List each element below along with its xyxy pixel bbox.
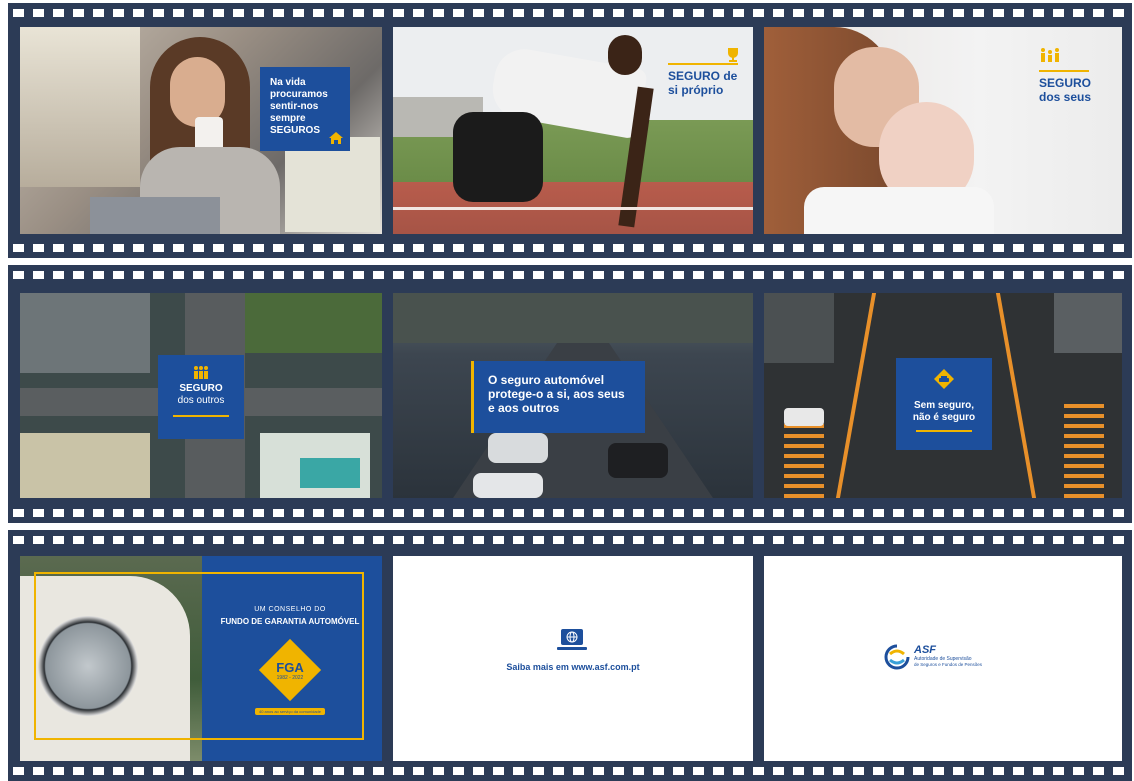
caption: SEGURO dos seus xyxy=(1039,47,1119,104)
frame-crosswalk: Sem seguro, não é seguro xyxy=(764,293,1122,498)
caption-line1: Sem seguro, xyxy=(913,400,975,411)
photo-athlete-head xyxy=(608,35,642,75)
photo-track-lines xyxy=(393,207,753,210)
fga-badge-years: 1982 - 2022 xyxy=(276,675,304,681)
frame-aerial-city: SEGURO dos outros xyxy=(20,293,382,498)
caption-box: Na vida procuramos sentir-nos sempre SEG… xyxy=(260,67,350,151)
photo-trees-top xyxy=(245,293,382,353)
frame-woman-coffee: Na vida procuramos sentir-nos sempre SEG… xyxy=(20,27,382,234)
photo-athlete-legs xyxy=(453,112,543,202)
caption-line1: O seguro automóvel xyxy=(488,373,605,387)
caption-box: SEGURO dos outros xyxy=(158,355,244,439)
caption-line1: SEGURO de xyxy=(668,69,738,83)
sprocket-holes-bottom xyxy=(8,503,1132,523)
caption-line1: SEGURO xyxy=(179,383,223,394)
frame-highway: O seguro automóvel protege-o a si, aos s… xyxy=(393,293,753,498)
caption: SEGURO de si próprio xyxy=(668,47,748,97)
photo-blanket xyxy=(804,187,994,234)
fga-small-text: UM CONSELHO DO xyxy=(254,606,326,613)
fga-title: FUNDO DE GARANTIA AUTOMÓVEL xyxy=(220,617,360,626)
photo-crosswalk-stripes-right xyxy=(1064,403,1104,498)
film-strip-2: SEGURO dos outros O seguro automóvel pro… xyxy=(8,265,1132,523)
caption-box: Sem seguro, não é seguro xyxy=(896,358,992,450)
photo-car xyxy=(784,408,824,426)
caption-line2: dos seus xyxy=(1039,90,1092,104)
fga-ribbon: 40 anos ao serviço da comunidade xyxy=(254,708,326,715)
asf-text-block: ASF Autoridade de Supervisão de Seguros … xyxy=(914,644,982,667)
fga-panel: UM CONSELHO DO FUNDO DE GARANTIA AUTOMÓV… xyxy=(210,606,370,718)
laptop-globe-icon xyxy=(557,629,587,650)
photo-pool xyxy=(300,458,360,488)
fga-badge-text: FGA xyxy=(276,660,304,675)
caption-underline xyxy=(916,430,972,432)
frame-sprinter: SEGURO de si próprio xyxy=(393,27,753,234)
photo-orange-line-1 xyxy=(835,293,877,498)
caption-underline xyxy=(668,63,738,65)
caption-underline xyxy=(1039,70,1089,72)
caption-text: Na vida procuramos sentir-nos sempre SEG… xyxy=(270,77,328,136)
car-warning-icon xyxy=(934,369,954,389)
photo-crosswalk-stripes xyxy=(784,423,824,498)
film-strip-1: Na vida procuramos sentir-nos sempre SEG… xyxy=(8,3,1132,258)
photo-mug xyxy=(195,117,223,151)
caption-underline xyxy=(173,415,229,417)
photo-trees-top xyxy=(393,293,753,343)
photo-pillow xyxy=(285,137,380,232)
photo-car-1 xyxy=(488,433,548,463)
sprocket-holes-bottom xyxy=(8,761,1132,781)
photo-orange-line-2 xyxy=(995,293,1037,498)
caption-line2: não é seguro xyxy=(912,412,976,423)
frame-asf: ASF Autoridade de Supervisão de Seguros … xyxy=(764,556,1122,761)
saiba-text: Saiba mais em www.asf.com.pt xyxy=(506,662,640,672)
asf-brand: ASF xyxy=(914,644,936,656)
photo-window-light xyxy=(20,27,140,187)
photo-building-left xyxy=(20,293,150,373)
caption-box: O seguro automóvel protege-o a si, aos s… xyxy=(471,361,645,433)
sprocket-holes-top xyxy=(8,265,1132,285)
sprocket-holes-bottom xyxy=(8,238,1132,258)
house-icon xyxy=(329,132,343,144)
caption-line1: SEGURO xyxy=(1039,76,1092,90)
asf-line2: de Seguros e Fundos de Pensões xyxy=(914,662,983,667)
sprocket-holes-top xyxy=(8,3,1132,23)
asf-logo-icon xyxy=(884,644,910,670)
caption-line2: dos outros xyxy=(177,395,225,406)
frame-saiba-mais: Saiba mais em www.asf.com.pt xyxy=(393,556,753,761)
photo-car-2 xyxy=(608,443,668,478)
photo-building-bottom-left xyxy=(20,433,150,498)
people-icon xyxy=(194,366,208,379)
photo-car-3 xyxy=(473,473,543,498)
caption-line2: protege-o a si, aos seus xyxy=(488,387,625,401)
caption-line3: e aos outros xyxy=(488,401,560,415)
frame-mother-baby: SEGURO dos seus xyxy=(764,27,1122,234)
photo-building-corner-right xyxy=(1054,293,1122,353)
film-strip-3: UM CONSELHO DO FUNDO DE GARANTIA AUTOMÓV… xyxy=(8,530,1132,781)
frame-fga: UM CONSELHO DO FUNDO DE GARANTIA AUTOMÓV… xyxy=(20,556,382,761)
photo-laptop xyxy=(90,197,220,234)
caption-line2: si próprio xyxy=(668,83,724,97)
sprocket-holes-top xyxy=(8,530,1132,550)
photo-building-corner xyxy=(764,293,834,363)
family-icon xyxy=(1041,48,1059,62)
trophy-icon xyxy=(728,48,738,62)
fga-badge: FGA 1982 - 2022 xyxy=(258,638,322,702)
